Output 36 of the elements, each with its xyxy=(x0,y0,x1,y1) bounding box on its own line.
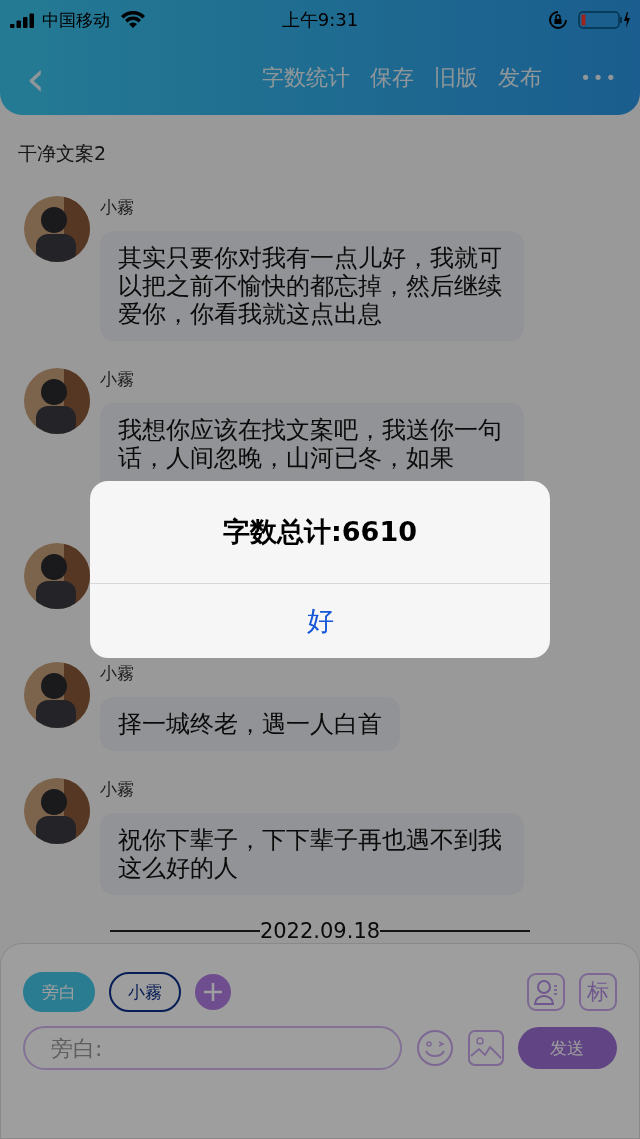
message-bubble: 其实只要你对我有一点儿好，我就可以把之前不愉快的都忘掉，然后继续爱你，你看我就这点出息 xyxy=(100,231,524,342)
image-button[interactable] xyxy=(467,1030,504,1067)
signal-icon xyxy=(10,12,36,28)
sender-name: 小霧 xyxy=(100,778,135,801)
add-button[interactable] xyxy=(195,974,231,1011)
smiley-icon xyxy=(415,1029,454,1068)
nav-action[interactable]: 旧版 xyxy=(434,62,479,93)
sender-name: 小霧 xyxy=(100,368,135,391)
mark-button[interactable]: 标 xyxy=(579,973,617,1012)
more-button[interactable]: ••• xyxy=(580,67,618,89)
nav-action[interactable]: 字数统计 xyxy=(262,62,351,93)
role-chip[interactable]: 小霧 xyxy=(109,972,181,1013)
nav-action[interactable]: 保存 xyxy=(370,62,415,93)
clock-time: 上午9:31 xyxy=(281,9,359,30)
message-input[interactable]: 旁白: xyxy=(23,1026,402,1071)
role-chip[interactable]: 旁白 xyxy=(23,972,95,1013)
nav-action[interactable]: 发布 xyxy=(498,62,543,93)
profile-button[interactable] xyxy=(527,973,565,1012)
wifi-icon xyxy=(120,11,146,29)
sender-name: 小霧 xyxy=(100,662,135,685)
rotation-lock-icon xyxy=(548,10,568,30)
date-divider: 2022.09.18 xyxy=(259,919,381,944)
back-button[interactable]: ‹ xyxy=(20,53,52,102)
image-icon xyxy=(467,1030,504,1067)
ok-button[interactable]: 好 xyxy=(90,584,550,658)
emoji-button[interactable] xyxy=(415,1029,454,1068)
message-bubble: 择一城终老，遇一人白首 xyxy=(100,697,400,752)
alert-message: 字数总计:6610 xyxy=(90,481,550,584)
carrier-name: 中国移动 xyxy=(42,8,110,32)
message-bubble: 祝你下辈子，下下辈子再也遇不到我这么好的人 xyxy=(100,813,524,896)
battery-icon xyxy=(578,10,630,30)
document-title: 干净文案2 xyxy=(17,141,108,167)
send-button[interactable]: 发送 xyxy=(517,1027,617,1070)
person-icon xyxy=(533,978,559,1007)
plus-icon xyxy=(202,981,224,1004)
sender-name: 小霧 xyxy=(100,196,135,219)
